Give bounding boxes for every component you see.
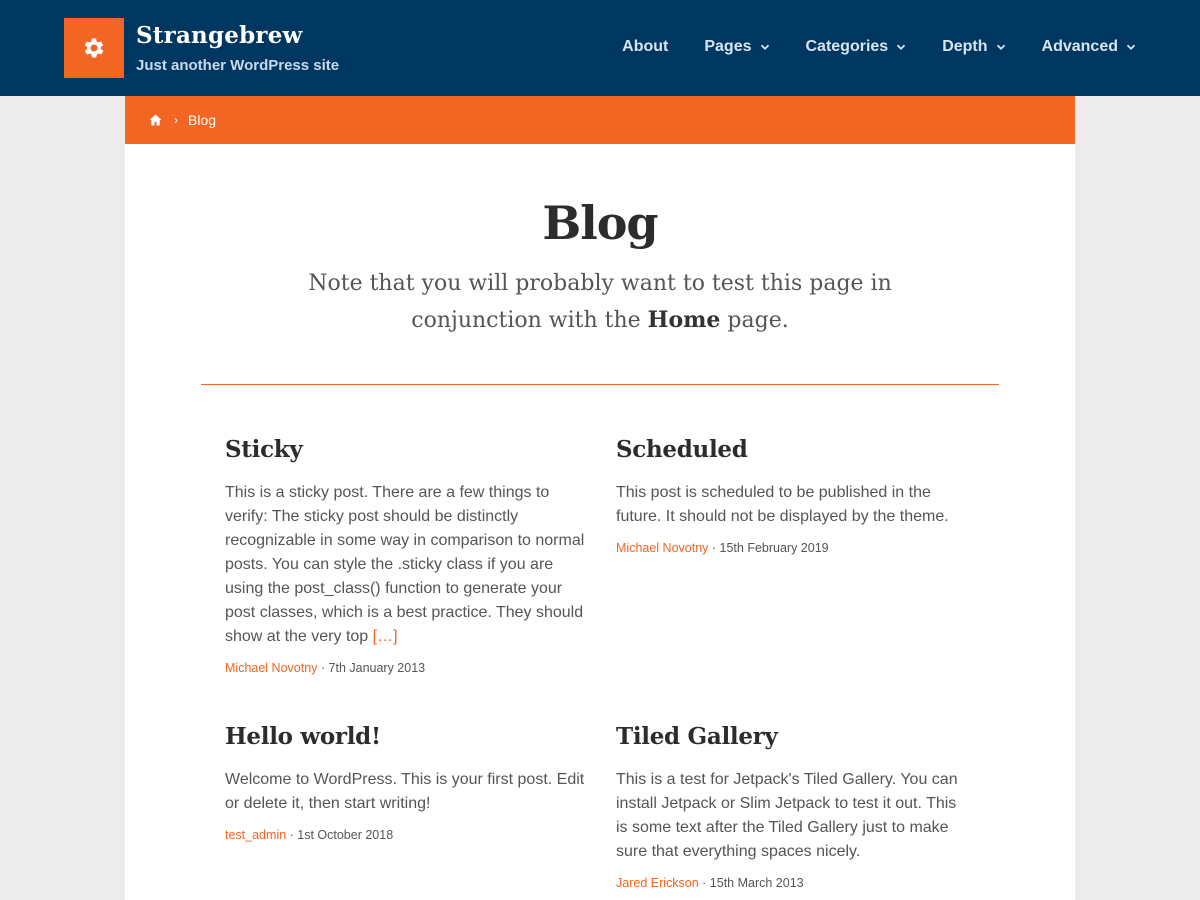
- nav-item-label: Categories: [805, 38, 889, 55]
- chevron-down-icon: [897, 44, 906, 50]
- intro-text-end: page.: [720, 308, 789, 333]
- nav-item-advanced[interactable]: Advanced: [1042, 38, 1136, 56]
- post-excerpt: This is a test for Jetpack's Tiled Galle…: [616, 768, 966, 864]
- nav-item-pages[interactable]: Pages: [704, 38, 769, 56]
- post-excerpt-text: This is a sticky post. There are a few t…: [225, 484, 585, 645]
- post-meta: Jared Erickson · 15th March 2013: [616, 876, 966, 890]
- meta-separator: ·: [698, 876, 710, 890]
- post-excerpt: This post is scheduled to be published i…: [616, 481, 966, 529]
- post-title[interactable]: Tiled Gallery: [616, 723, 966, 750]
- meta-separator: ·: [317, 661, 329, 675]
- chevron-down-icon: [760, 44, 769, 50]
- post-card: Hello world! Welcome to WordPress. This …: [225, 723, 585, 842]
- nav-item-label: Advanced: [1041, 38, 1118, 55]
- meta-separator: ·: [708, 541, 720, 555]
- post-title[interactable]: Scheduled: [616, 436, 966, 463]
- nav-item-label: About: [622, 38, 669, 55]
- nav-item-depth[interactable]: Depth: [942, 38, 1005, 56]
- post-meta: test_admin · 1st October 2018: [225, 828, 585, 842]
- post-card: Tiled Gallery This is a test for Jetpack…: [616, 723, 966, 890]
- chevron-right-icon: ›: [174, 113, 178, 127]
- post-card: Sticky This is a sticky post. There are …: [225, 436, 585, 675]
- gear-icon: [84, 38, 104, 58]
- breadcrumb-current: Blog: [188, 112, 217, 128]
- read-more-link[interactable]: […]: [373, 628, 398, 645]
- intro-text: Note that you will probably want to test…: [308, 271, 892, 333]
- intro-home-text: Home: [647, 307, 721, 333]
- site-header: Strangebrew Just another WordPress site …: [0, 0, 1200, 96]
- post-meta: Michael Novotny · 7th January 2013: [225, 661, 585, 675]
- post-excerpt: This is a sticky post. There are a few t…: [225, 481, 585, 649]
- nav-item-about[interactable]: About: [622, 38, 668, 56]
- post-excerpt: Welcome to WordPress. This is your first…: [225, 768, 585, 816]
- post-author-link[interactable]: Jared Erickson: [616, 876, 699, 890]
- site-title[interactable]: Strangebrew: [136, 22, 303, 49]
- post-date: 7th January 2013: [328, 661, 426, 675]
- post-card: Scheduled This post is scheduled to be p…: [616, 436, 966, 555]
- post-excerpt-text: This post is scheduled to be published i…: [616, 484, 949, 525]
- divider: [201, 384, 999, 385]
- chevron-down-icon: [996, 44, 1005, 50]
- post-meta: Michael Novotny · 15th February 2019: [616, 541, 966, 555]
- post-author-link[interactable]: Michael Novotny: [616, 541, 708, 555]
- nav-item-label: Pages: [704, 38, 752, 55]
- chevron-down-icon: [1126, 44, 1136, 50]
- nav-item-label: Depth: [942, 38, 988, 55]
- post-date: 1st October 2018: [297, 828, 394, 842]
- main-navigation: About Pages Categories Depth Advanced: [586, 38, 1136, 56]
- meta-separator: ·: [286, 828, 298, 842]
- post-author-link[interactable]: test_admin: [225, 828, 286, 842]
- site-logo[interactable]: [64, 18, 124, 78]
- post-title[interactable]: Sticky: [225, 436, 585, 463]
- page-intro: Note that you will probably want to test…: [305, 266, 895, 339]
- breadcrumb: › Blog: [125, 96, 1075, 144]
- content-area: › Blog Blog Note that you will probably …: [125, 96, 1075, 900]
- post-date: 15th March 2013: [709, 876, 804, 890]
- nav-item-categories[interactable]: Categories: [806, 38, 907, 56]
- post-excerpt-text: This is a test for Jetpack's Tiled Galle…: [616, 771, 958, 860]
- page-title: Blog: [542, 196, 658, 250]
- site-tagline: Just another WordPress site: [136, 57, 340, 74]
- post-date: 15th February 2019: [719, 541, 829, 555]
- home-icon[interactable]: [149, 114, 162, 126]
- post-title[interactable]: Hello world!: [225, 723, 585, 750]
- post-author-link[interactable]: Michael Novotny: [225, 661, 317, 675]
- post-excerpt-text: Welcome to WordPress. This is your first…: [225, 771, 585, 812]
